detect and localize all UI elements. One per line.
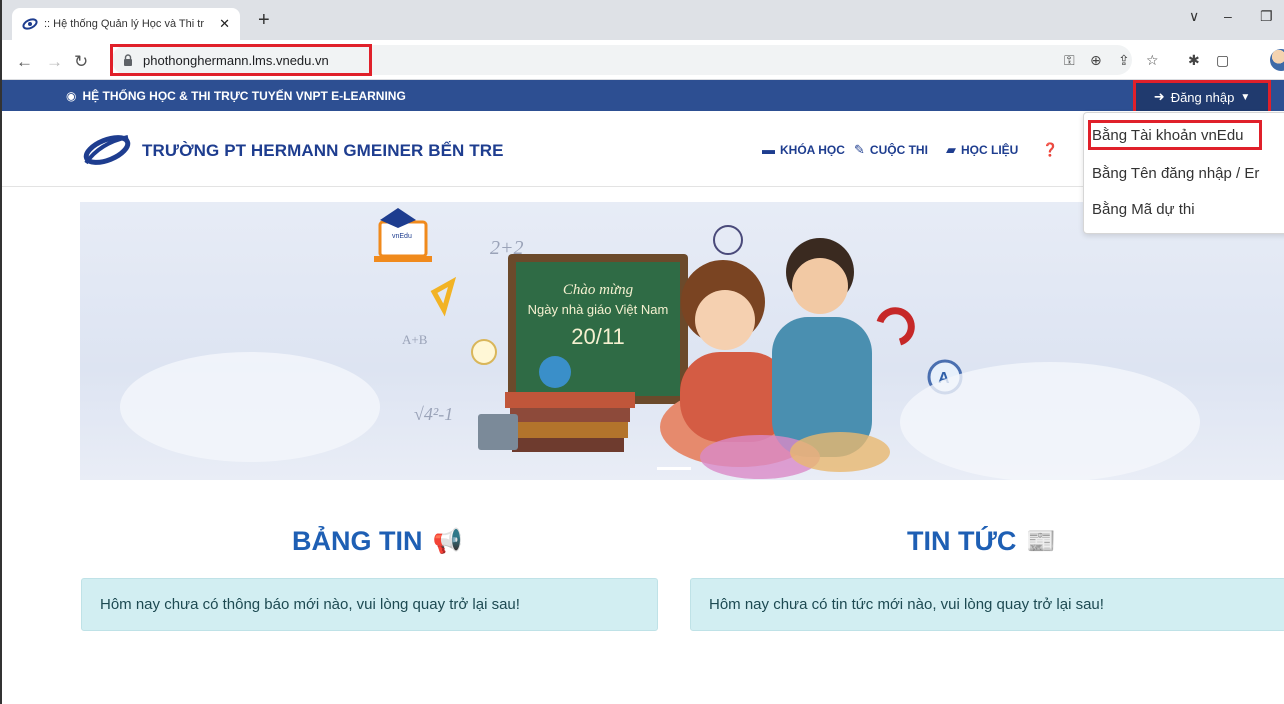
- browser-tabbar: :: Hệ thống Quản lý Học và Thi tr ✕ + ∨ …: [2, 0, 1284, 40]
- board-line2: Ngày nhà giáo Việt Nam: [528, 302, 669, 317]
- login-exam-code-option[interactable]: Bằng Mã dự thi: [1092, 201, 1195, 218]
- zoom-icon[interactable]: ⊕: [1090, 52, 1102, 69]
- hero-banner: vnEdu 2+2 A+B √4²-1 Chào mừng Ngày nhà g…: [80, 202, 1284, 480]
- cloud-shape: [120, 352, 380, 462]
- news-title: TIN TỨC: [907, 526, 1017, 556]
- vnedu-option-highlight: [1088, 120, 1262, 150]
- share-icon[interactable]: ⇪: [1118, 52, 1130, 69]
- newspaper-icon: 📰: [1026, 528, 1057, 555]
- login-label: Đăng nhập: [1170, 89, 1235, 105]
- menu-materials-label: HỌC LIỆU: [961, 143, 1019, 157]
- doodle-text: √4²-1: [414, 404, 453, 424]
- news-heading: TIN TỨC 📰: [907, 526, 1056, 557]
- minimize-icon[interactable]: –: [1224, 8, 1232, 24]
- system-title: HỆ THỐNG HỌC & THI TRỰC TUYẾN VNPT E-LEA…: [82, 88, 406, 103]
- screenshot-frame: :: Hệ thống Quản lý Học và Thi tr ✕ + ∨ …: [0, 0, 1284, 704]
- tab-search-icon[interactable]: ∨: [1189, 8, 1199, 25]
- doodle-text: A+B: [402, 332, 428, 347]
- login-button[interactable]: ➜ Đăng nhập ▼: [1133, 80, 1271, 114]
- cloud-shape: [900, 362, 1200, 480]
- menu-materials[interactable]: ▰ HỌC LIỆU: [946, 142, 1018, 158]
- news-message: Hôm nay chưa có tin tức mới nào, vui lòn…: [709, 596, 1104, 613]
- url-highlight[interactable]: phothonghermann.lms.vnedu.vn: [110, 44, 372, 76]
- book-icon: ▬: [762, 142, 775, 157]
- board-notice: Hôm nay chưa có thông báo mới nào, vui l…: [81, 578, 658, 631]
- bookmark-star-icon[interactable]: ☆: [1146, 52, 1159, 69]
- board-title: BẢNG TIN: [292, 526, 423, 556]
- menu-courses[interactable]: ▬ KHÓA HỌC: [762, 142, 845, 157]
- question-icon: ❓: [1042, 142, 1059, 157]
- board-heading: BẢNG TIN 📢: [292, 526, 462, 557]
- screen-label: vnEdu: [392, 233, 412, 240]
- board-line1: Chào mừng: [563, 282, 634, 298]
- sign-in-icon: ➜: [1153, 89, 1165, 104]
- board-message: Hôm nay chưa có thông báo mới nào, vui l…: [100, 596, 520, 613]
- board-line3: 20/11: [571, 324, 624, 349]
- site-topbar: ◉ HỆ THỐNG HỌC & THI TRỰC TUYẾN VNPT E-L…: [2, 80, 1284, 111]
- back-icon[interactable]: ←: [16, 52, 33, 72]
- school-name[interactable]: TRƯỜNG PT HERMANN GMEINER BẾN TRE: [142, 141, 504, 161]
- extensions-icon[interactable]: ✱: [1188, 52, 1200, 69]
- forward-icon[interactable]: →: [46, 52, 63, 72]
- sidepanel-icon[interactable]: ▢: [1216, 52, 1229, 69]
- globe-icon: ◉: [66, 88, 77, 103]
- tab-title: :: Hệ thống Quản lý Học và Thi tr: [44, 18, 204, 30]
- restore-icon[interactable]: ❐: [1260, 8, 1273, 25]
- carousel-indicator[interactable]: [657, 467, 691, 470]
- school-logo-icon[interactable]: [80, 133, 132, 167]
- megaphone-icon: 📢: [432, 528, 463, 555]
- site-logo-icon: [22, 18, 38, 30]
- menu-help[interactable]: ❓: [1042, 142, 1063, 158]
- document-icon: ▰: [946, 142, 956, 157]
- news-notice: Hôm nay chưa có tin tức mới nào, vui lòn…: [690, 578, 1284, 631]
- lock-icon: [124, 54, 132, 66]
- new-tab-button[interactable]: +: [258, 10, 270, 30]
- menu-contests-label: CUỘC THI: [869, 143, 928, 157]
- menu-courses-label: KHÓA HỌC: [780, 142, 845, 157]
- menu-contests[interactable]: ✎ CUỘC THI: [854, 142, 928, 158]
- caret-down-icon: ▼: [1240, 91, 1251, 103]
- tab-close-icon[interactable]: ✕: [219, 16, 230, 32]
- browser-tab[interactable]: :: Hệ thống Quản lý Học và Thi tr ✕: [12, 8, 240, 40]
- pencil-icon: ✎: [854, 142, 865, 157]
- reload-icon[interactable]: ↻: [74, 52, 88, 72]
- login-username-option[interactable]: Bằng Tên đăng nhập / Er: [1092, 165, 1259, 182]
- key-icon[interactable]: ⚿: [1064, 52, 1075, 69]
- url-text: phothonghermann.lms.vnedu.vn: [143, 52, 329, 68]
